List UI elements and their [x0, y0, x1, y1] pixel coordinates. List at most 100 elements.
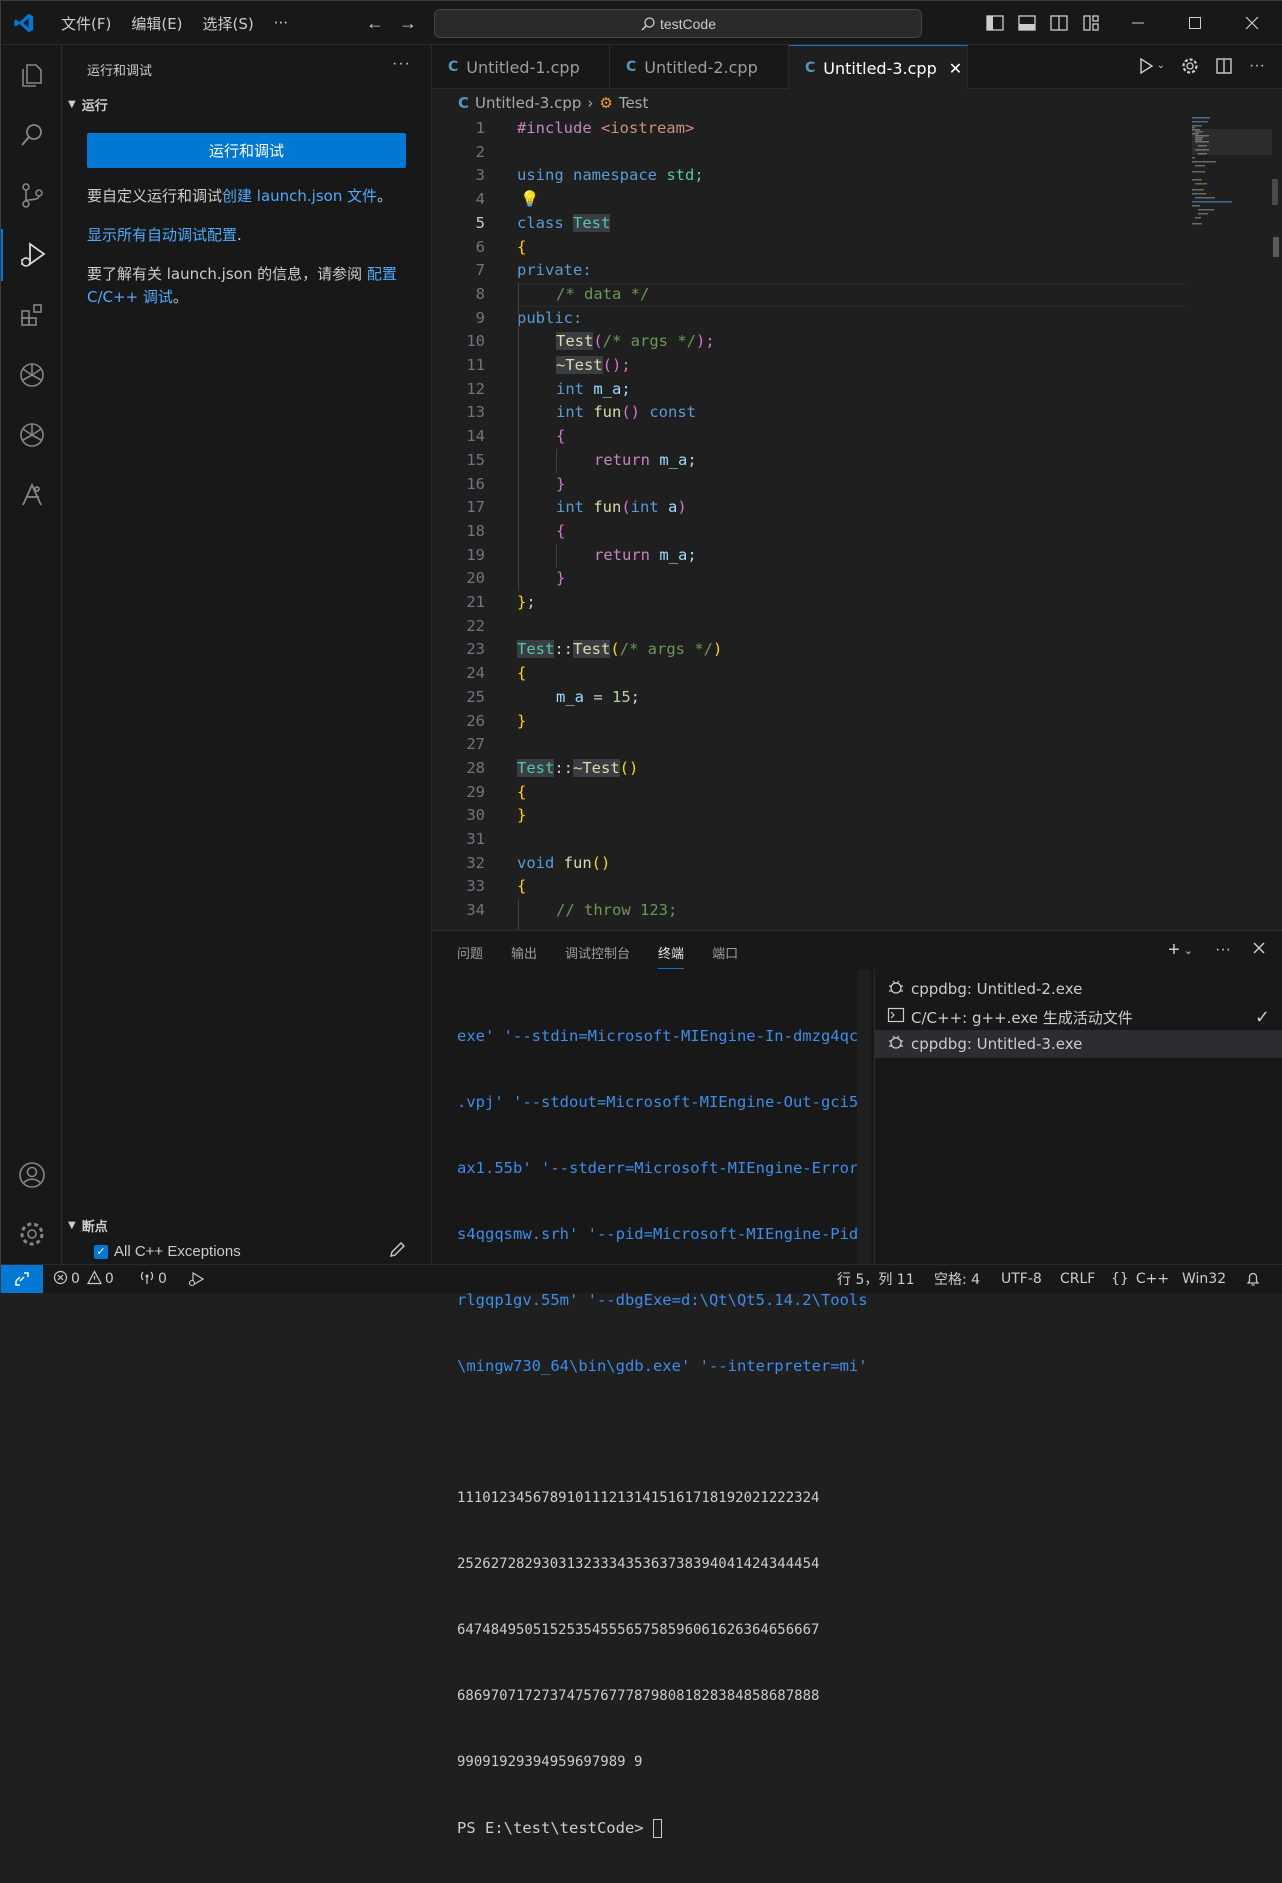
- notifications-bell-icon[interactable]: [1245, 1265, 1261, 1293]
- manage-gear-icon[interactable]: [1, 1208, 62, 1260]
- breakpoints-section-label: 断点: [81, 1220, 108, 1235]
- cursor-position[interactable]: 行 5，列 11: [837, 1265, 915, 1293]
- settings-gear-icon[interactable]: [1181, 57, 1199, 78]
- show-all-configs: 显示所有自动调试配置.: [87, 224, 407, 247]
- indentation[interactable]: 空格: 4: [934, 1265, 980, 1293]
- tab-terminal[interactable]: 终端: [658, 943, 685, 969]
- close-window-icon[interactable]: [1223, 1, 1281, 45]
- code-line: {: [517, 237, 527, 256]
- more-actions-icon[interactable]: ···: [1249, 57, 1265, 78]
- terminal-prompt-line: PS E:\test\testCode>: [457, 1817, 857, 1839]
- learn-text: 要了解有关 launch.json 的信息，请参阅 配置 C/C++ 调试。: [87, 263, 407, 309]
- new-terminal-plus-icon[interactable]: +: [1168, 940, 1180, 961]
- lightbulb-icon[interactable]: 💡: [520, 188, 539, 212]
- cpp-file-icon: C: [626, 59, 637, 75]
- line-number: 24: [466, 664, 485, 683]
- editor-scrollbar[interactable]: [1270, 117, 1282, 930]
- remote-indicator-icon[interactable]: [1, 1265, 43, 1293]
- minimize-icon[interactable]: [1109, 1, 1167, 45]
- ai-assistant-icon[interactable]: [1, 469, 62, 521]
- edit-pencil-icon[interactable]: [388, 1241, 406, 1262]
- toggle-primary-sidebar-icon[interactable]: [985, 13, 1005, 33]
- explorer-icon[interactable]: [1, 49, 62, 101]
- terminal-item[interactable]: C/C++: g++.exe 生成活动文件 ✓: [875, 1003, 1282, 1031]
- code-editor[interactable]: 1 2 3 4 5 6 7 8 9 10 11 12 13 14 15 16 17 18 19 20 21 22 23 24 2…: [432, 117, 1192, 930]
- terminal-scrollbar[interactable]: [857, 969, 871, 1265]
- back-arrow-icon[interactable]: ←: [364, 13, 386, 33]
- encoding[interactable]: UTF-8: [1001, 1265, 1042, 1293]
- breakpoint-checkbox[interactable]: ✓: [94, 1244, 108, 1259]
- vscode-logo-icon: [14, 13, 34, 33]
- language-mode[interactable]: {} C++: [1111, 1265, 1169, 1293]
- source-control-icon[interactable]: [1, 169, 62, 221]
- menu-edit[interactable]: 编辑(E): [121, 13, 192, 34]
- extensions-icon[interactable]: [1, 289, 62, 341]
- breadcrumb-symbol[interactable]: Test: [619, 94, 649, 112]
- toggle-secondary-sidebar-icon[interactable]: [1049, 13, 1069, 33]
- indent-guide: [518, 899, 519, 930]
- tab-untitled-1[interactable]: C Untitled-1.cpp: [432, 45, 610, 89]
- search-view-icon[interactable]: [1, 109, 62, 161]
- run-and-debug-button[interactable]: 运行和调试: [87, 133, 406, 168]
- toggle-panel-icon[interactable]: [1017, 13, 1037, 33]
- customize-layout-icon[interactable]: [1081, 13, 1101, 33]
- breadcrumb-separator: ›: [587, 94, 594, 112]
- maximize-icon[interactable]: [1166, 1, 1224, 45]
- platform[interactable]: Win32: [1182, 1265, 1226, 1293]
- create-launch-json-link[interactable]: 创建 launch.json 文件: [222, 187, 377, 205]
- tab-output[interactable]: 输出: [511, 943, 537, 969]
- chatgpt-alt-icon[interactable]: [1, 409, 62, 461]
- close-panel-icon[interactable]: [1253, 941, 1265, 961]
- run-file-icon[interactable]: [1137, 57, 1155, 78]
- launch-debug-icon[interactable]: [187, 1265, 205, 1293]
- error-icon: [53, 1270, 68, 1289]
- tab-problems[interactable]: 问题: [457, 943, 483, 969]
- editor-area: C Untitled-1.cpp C Untitled-2.cpp C Untitle…: [432, 45, 1282, 930]
- code-line: {: [556, 521, 566, 540]
- tab-debug-console[interactable]: 调试控制台: [565, 943, 630, 969]
- line-number: 3: [475, 166, 485, 185]
- terminal-item[interactable]: cppdbg: Untitled-2.exe: [875, 975, 1282, 1003]
- code-line: Test(/* args */);: [556, 332, 715, 351]
- tab-label: Untitled-3.cpp: [823, 58, 937, 78]
- command-center-search[interactable]: testCode: [434, 9, 922, 38]
- chevron-down-icon[interactable]: ⌄: [1157, 57, 1165, 78]
- line-number: 7: [475, 261, 485, 280]
- code-line: int fun(int a): [556, 498, 687, 517]
- line-number: 10: [466, 332, 485, 351]
- more-actions-icon[interactable]: ···: [1215, 941, 1231, 961]
- menu-more[interactable]: ···: [264, 14, 298, 32]
- line-number: 29: [466, 782, 485, 801]
- terminal-line: 6869707172737475767778798081828384858687…: [457, 1688, 820, 1704]
- close-tab-icon[interactable]: ✕: [949, 59, 962, 78]
- terminal-output[interactable]: exe' '--stdin=Microsoft-MIEngine-In-dmzg…: [457, 981, 868, 1883]
- run-debug-icon[interactable]: [1, 229, 62, 281]
- tab-ports[interactable]: 端口: [712, 943, 738, 969]
- terminal-line: s4qgqsmw.srh' '--pid=Microsoft-MIEngine-…: [457, 1225, 868, 1243]
- split-editor-icon[interactable]: [1215, 57, 1233, 78]
- tab-untitled-2[interactable]: C Untitled-2.cpp: [610, 45, 789, 89]
- minimap[interactable]: [1192, 117, 1272, 237]
- show-all-configs-link[interactable]: 显示所有自动调试配置: [87, 226, 237, 244]
- sidebar-more-icon[interactable]: ···: [392, 55, 411, 73]
- run-section-header[interactable]: ▼ 运行: [68, 95, 108, 114]
- line-ending[interactable]: CRLF: [1060, 1265, 1095, 1293]
- problems-status[interactable]: 0 0: [53, 1265, 114, 1293]
- code-line: };: [517, 593, 536, 611]
- menu-file[interactable]: 文件(F): [51, 13, 121, 34]
- breakpoints-section-header[interactable]: ▼ 断点: [68, 1216, 108, 1235]
- line-number: 22: [466, 616, 485, 635]
- line-number: 31: [466, 830, 485, 848]
- breadcrumb-file[interactable]: Untitled-3.cpp: [475, 94, 581, 112]
- menu-selection[interactable]: 选择(S): [193, 13, 264, 34]
- accounts-icon[interactable]: [1, 1149, 62, 1201]
- forward-arrow-icon[interactable]: →: [397, 13, 419, 33]
- tab-untitled-3[interactable]: C Untitled-3.cpp ✕: [789, 45, 968, 90]
- command-center-label: testCode: [659, 15, 717, 32]
- ports-status[interactable]: 0: [139, 1265, 167, 1293]
- terminal-item[interactable]: cppdbg: Untitled-3.exe: [875, 1030, 1282, 1058]
- chevron-down-icon[interactable]: ⌄: [1184, 941, 1193, 961]
- code-line: // throw 123;: [556, 901, 678, 920]
- indent-guide: [556, 449, 557, 473]
- chatgpt-icon[interactable]: [1, 349, 62, 401]
